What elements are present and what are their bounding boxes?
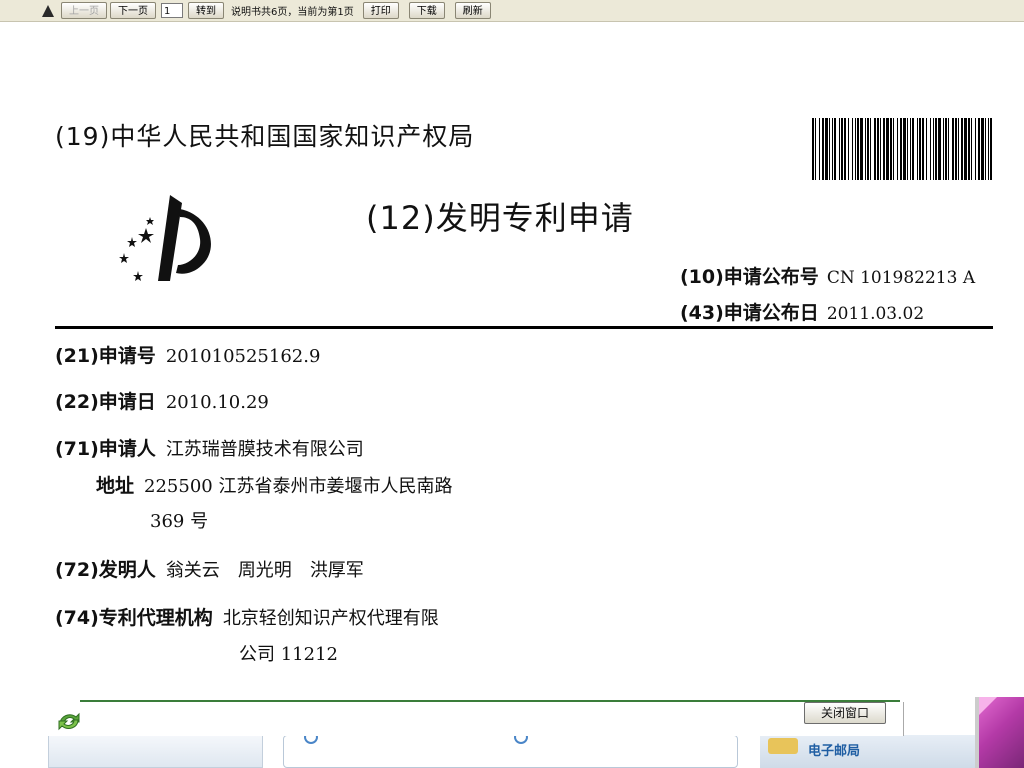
address-row: 地址 225500 江苏省泰州市姜堰市人民南路 [96,471,452,498]
refresh-button[interactable]: 刷新 [454,2,491,19]
address-line-1: 225500 江苏省泰州市姜堰市人民南路 [144,476,453,497]
inventors-list: 翁关云 周光明 洪厚军 [166,560,382,581]
background-left-panel [48,735,263,768]
mail-link[interactable]: 电子邮局 [808,740,860,759]
publication-number: CN 101982213 A [826,268,976,288]
publication-date-label: (43)申请公布日 [680,302,819,324]
patent-office-title: (19)中华人民共和国国家知识产权局 [55,122,475,151]
agency-label: (74)专利代理机构 [55,607,213,629]
download-button[interactable]: 下载 [408,2,445,19]
refresh-arrow-icon[interactable] [56,710,82,732]
publication-number-row: (10)申请公布号 CN 101982213 A [680,262,975,289]
agency-name-line-1: 北京轻创知识产权代理有限 [222,608,439,629]
page-info: 说明书共6页，当前为第1页 [231,7,354,18]
next-page-button[interactable]: 下一页 [110,2,156,19]
address-label: 地址 [96,475,135,497]
viewer-toolbar: 上一页 下一页 1 转到 说明书共6页，当前为第1页 打印 下载 刷新 [0,0,1024,22]
publication-type: (12)发明专利申请 [366,199,634,237]
inventors-label: (72)发明人 [55,559,156,581]
inventor-name: 周光明 [237,560,292,581]
applicant-row: (71)申请人 江苏瑞普膜技术有限公司 [55,434,364,461]
applicant-name: 江苏瑞普膜技术有限公司 [165,439,364,460]
agency-row: (74)专利代理机构 北京轻创知识产权代理有限 [55,603,439,630]
agency-name-line-2: 公司 11212 [239,644,338,665]
background-center-panel [283,730,738,768]
publication-date-row: (43)申请公布日 2011.03.02 [680,298,924,325]
mail-icon [768,738,798,754]
goto-button[interactable]: 转到 [188,2,224,19]
prev-page-button[interactable]: 上一页 [61,2,107,19]
print-button[interactable]: 打印 [362,2,399,19]
page-number-input[interactable]: 1 [161,3,183,18]
filing-date: 2010.10.29 [165,392,269,413]
inventor-name: 翁关云 [165,560,220,581]
agency-line-2-row: 公司 11212 [239,640,338,666]
close-window-button[interactable]: 关闭窗口 [804,702,886,724]
printer-icon [40,4,56,18]
filing-date-label: (22)申请日 [55,391,156,413]
address-line-2: 369 号 [150,511,209,532]
popup-top-border [80,700,900,702]
inventor-name: 洪厚军 [309,560,364,581]
publication-date: 2011.03.02 [826,304,925,324]
application-number: 201010525162.9 [165,346,321,367]
header-divider [55,326,993,329]
application-number-label: (21)申请号 [55,345,156,367]
address-line-2-row: 369 号 [150,507,208,533]
filing-date-row: (22)申请日 2010.10.29 [55,387,269,414]
sipo-emblem-logo [119,195,211,281]
popup-bar [48,702,904,736]
publication-number-label: (10)申请公布号 [680,266,819,288]
inventors-row: (72)发明人 翁关云 周光明 洪厚军 [55,555,382,582]
applicant-label: (71)申请人 [55,438,156,460]
application-number-row: (21)申请号 201010525162.9 [55,341,320,368]
barcode-image [812,118,992,180]
page-curl-corner [979,697,1024,768]
